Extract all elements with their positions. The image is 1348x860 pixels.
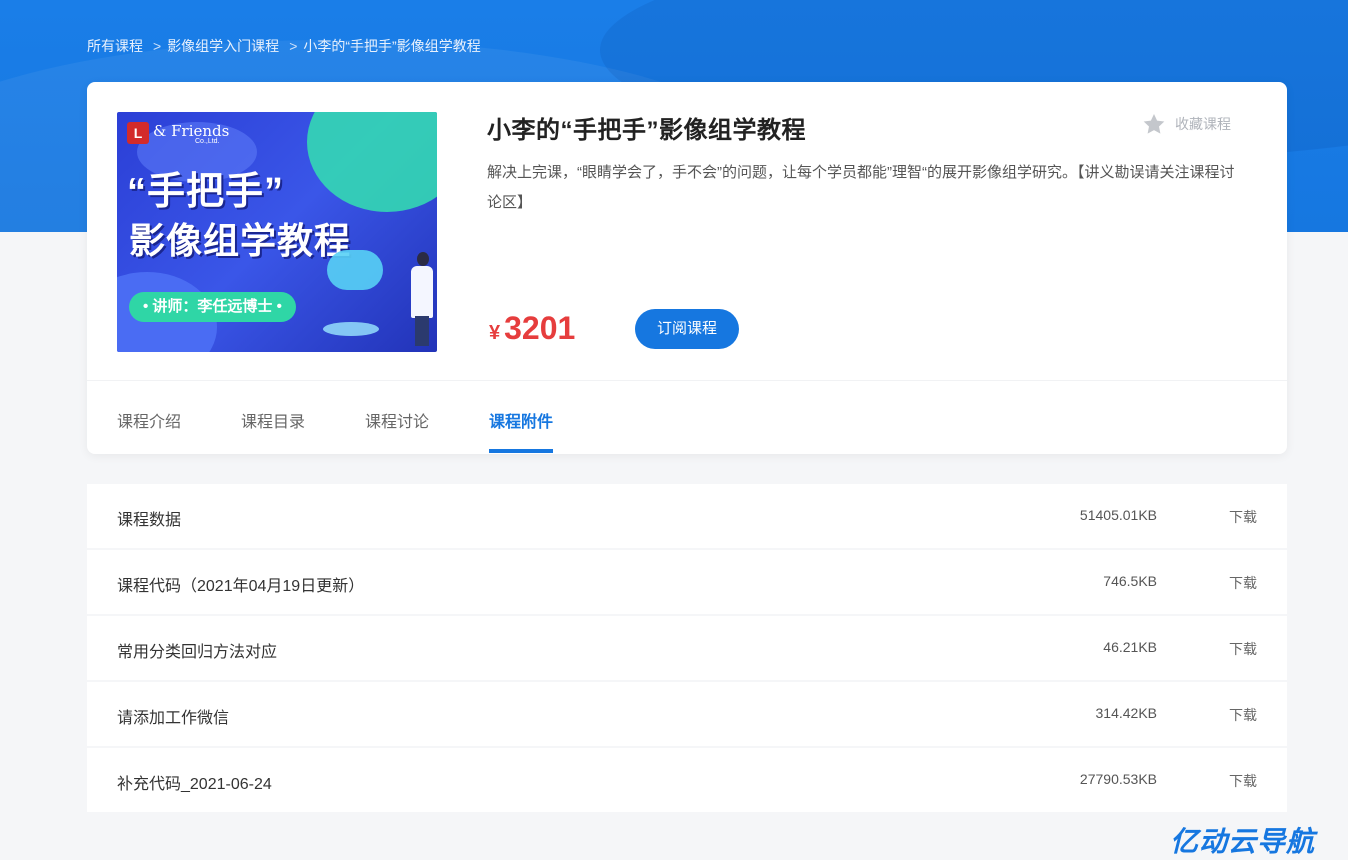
currency-symbol: ¥ (489, 322, 501, 344)
doctor-illustration-icon (417, 252, 429, 266)
breadcrumb: 所有课程 > 影像组学入门课程 > 小李的“手把手”影像组学教程 (87, 36, 485, 56)
attachment-size: 51405.01KB (1079, 507, 1157, 523)
tab-intro[interactable]: 课程介绍 (117, 408, 181, 432)
active-tab-indicator (489, 449, 553, 453)
download-link[interactable]: 下载 (1229, 639, 1257, 659)
attachment-size: 46.21KB (1103, 639, 1157, 655)
watermark-logo: 亿动云导航 (1170, 826, 1316, 857)
cover-teacher-badge: • 讲师：李任远博士 • (129, 292, 296, 322)
attachment-list: 课程数据 51405.01KB 下载 课程代码（2021年04月19日更新） 7… (87, 484, 1287, 814)
favorite-label: 收藏课程 (1175, 116, 1231, 132)
download-link[interactable]: 下载 (1229, 705, 1257, 725)
cover-logo-icon: L (127, 122, 149, 144)
attachment-size: 746.5KB (1103, 573, 1157, 589)
list-item: 常用分类回归方法对应 46.21KB 下载 (87, 616, 1287, 680)
breadcrumb-item-all-courses[interactable]: 所有课程 (87, 38, 143, 54)
download-link[interactable]: 下载 (1229, 771, 1257, 791)
tab-catalog[interactable]: 课程目录 (241, 408, 305, 432)
cover-title-line1: “手把手” (127, 171, 285, 213)
breadcrumb-separator: > (289, 38, 298, 54)
cover-title-line2: 影像组学教程 (129, 220, 352, 261)
download-link[interactable]: 下载 (1229, 573, 1257, 593)
subscribe-button[interactable]: 订阅课程 (635, 309, 739, 349)
tab-attachments[interactable]: 课程附件 (489, 408, 553, 432)
cover-decoration (307, 112, 437, 212)
attachment-name: 请添加工作微信 (117, 710, 230, 727)
doctor-illustration-icon (411, 266, 433, 318)
brain-illustration-icon (327, 250, 383, 290)
course-description: 解决上完课，“眼睛学会了，手不会”的问题，让每个学员都能”理智“的展开影像组学研… (487, 164, 1235, 211)
cover-logo-subtext: Co.,Ltd. (195, 138, 220, 145)
course-card: L & Friends Co.,Ltd. “手把手” 影像组学教程 • 讲师：李… (87, 82, 1287, 454)
breadcrumb-item-category[interactable]: 影像组学入门课程 (167, 38, 279, 54)
price-value: 3201 (504, 310, 576, 346)
attachment-size: 27790.53KB (1079, 771, 1157, 787)
tab-discussion[interactable]: 课程讨论 (365, 408, 429, 432)
list-item: 课程代码（2021年04月19日更新） 746.5KB 下载 (87, 550, 1287, 614)
pedestal-illustration-icon (323, 322, 379, 336)
attachment-name: 常用分类回归方法对应 (117, 644, 278, 661)
attachment-name: 课程数据 (117, 512, 182, 529)
tabs-divider (87, 380, 1287, 381)
favorite-button[interactable]: 收藏课程 (1141, 112, 1231, 136)
list-item: 请添加工作微信 314.42KB 下载 (87, 682, 1287, 746)
course-cover-image: L & Friends Co.,Ltd. “手把手” 影像组学教程 • 讲师：李… (117, 112, 437, 352)
star-icon (1143, 114, 1165, 134)
attachment-name: 课程代码（2021年04月19日更新） (117, 578, 365, 595)
doctor-illustration-icon (415, 316, 429, 346)
course-title: 小李的“手把手”影像组学教程 (487, 117, 806, 144)
breadcrumb-item-current: 小李的“手把手”影像组学教程 (303, 38, 481, 54)
course-price: ¥3201 (489, 310, 575, 347)
list-item: 课程数据 51405.01KB 下载 (87, 484, 1287, 548)
attachment-name: 补充代码_2021-06-24 (117, 776, 272, 793)
download-link[interactable]: 下载 (1229, 507, 1257, 527)
attachment-size: 314.42KB (1095, 705, 1158, 721)
list-item: 补充代码_2021-06-24 27790.53KB 下载 (87, 748, 1287, 812)
breadcrumb-separator: > (153, 38, 162, 54)
